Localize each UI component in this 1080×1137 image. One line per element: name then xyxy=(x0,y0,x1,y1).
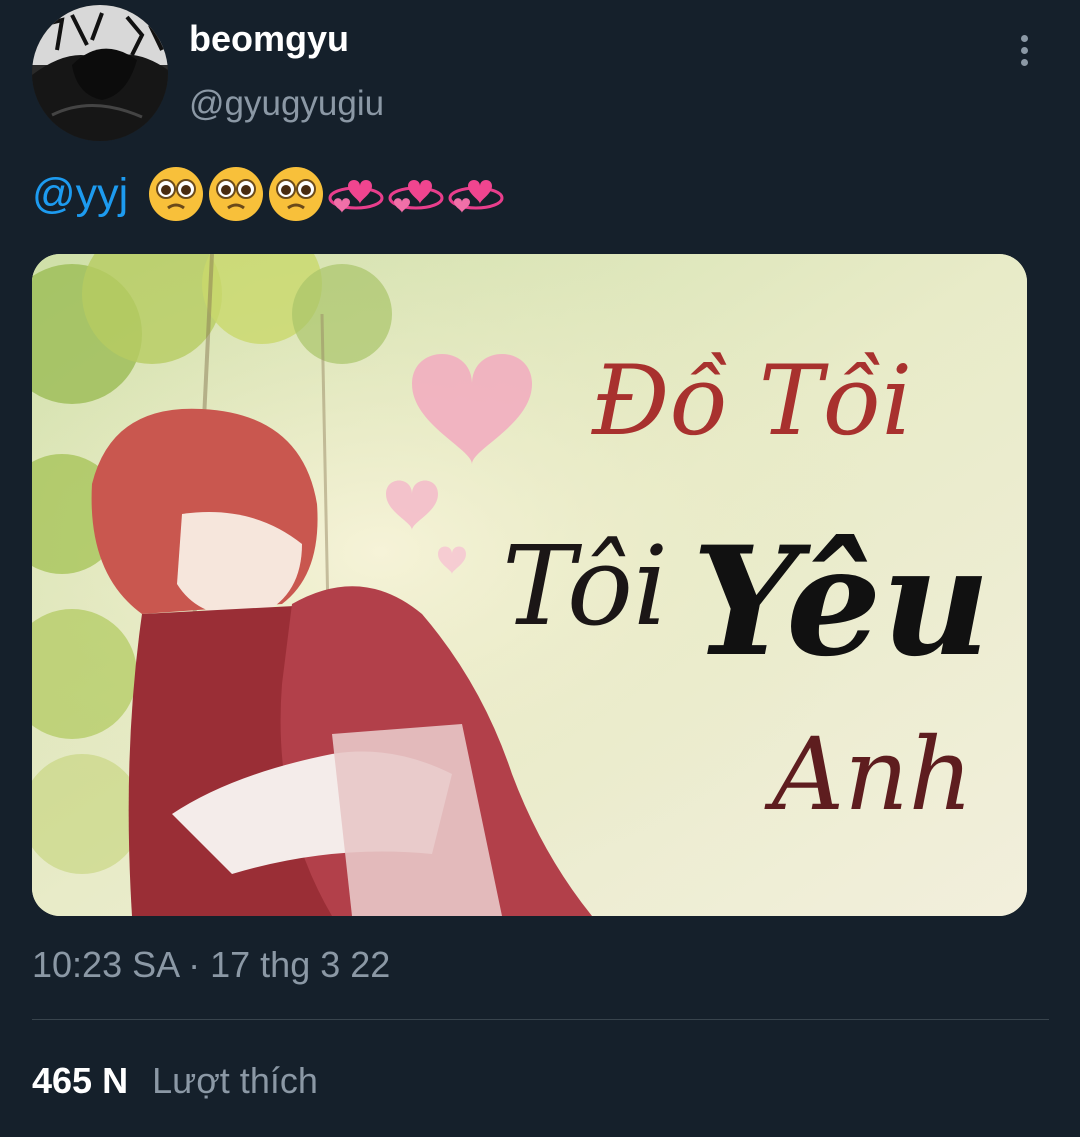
divider xyxy=(32,1019,1049,1020)
media-title-line-3: Yêu xyxy=(692,514,991,690)
mention-link[interactable]: @yyj xyxy=(32,164,128,224)
tweet-timestamp[interactable]: 10:23 SA · 17 thg 3 22 xyxy=(32,942,390,988)
avatar-photo-icon xyxy=(32,5,168,141)
revolving-hearts-icon xyxy=(388,180,444,213)
author-display-name[interactable]: beomgyu xyxy=(189,17,349,61)
more-options-icon xyxy=(1020,34,1028,42)
likes-count: 465 N xyxy=(32,1060,129,1101)
media-illustration: Đồ Tồi Tôi Yêu Anh xyxy=(32,254,1027,916)
pleading-face-icon xyxy=(269,167,324,221)
pleading-face-icon xyxy=(209,167,264,221)
likes-label: Lượt thích xyxy=(152,1060,318,1101)
revolving-hearts-icon xyxy=(448,180,504,213)
pleading-face-icon xyxy=(149,167,204,221)
media-title-line-1: Đồ Tồi xyxy=(591,345,912,457)
tweet-text: @yyj xyxy=(32,164,506,224)
media-title-line-2: Tôi xyxy=(502,522,668,650)
likes-stat[interactable]: 465 N Lượt thích xyxy=(32,1058,318,1104)
media-title-line-4: Anh xyxy=(764,716,973,833)
more-options-button[interactable] xyxy=(1004,30,1044,70)
author-avatar[interactable] xyxy=(32,5,168,141)
more-options-dot xyxy=(1020,58,1028,66)
author-handle[interactable]: @gyugyugiu xyxy=(189,82,384,126)
revolving-hearts-icon xyxy=(328,180,384,213)
emoji-row xyxy=(146,164,506,224)
tweet-media-image[interactable]: Đồ Tồi Tôi Yêu Anh xyxy=(32,254,1027,916)
more-options-dot xyxy=(1020,46,1028,54)
